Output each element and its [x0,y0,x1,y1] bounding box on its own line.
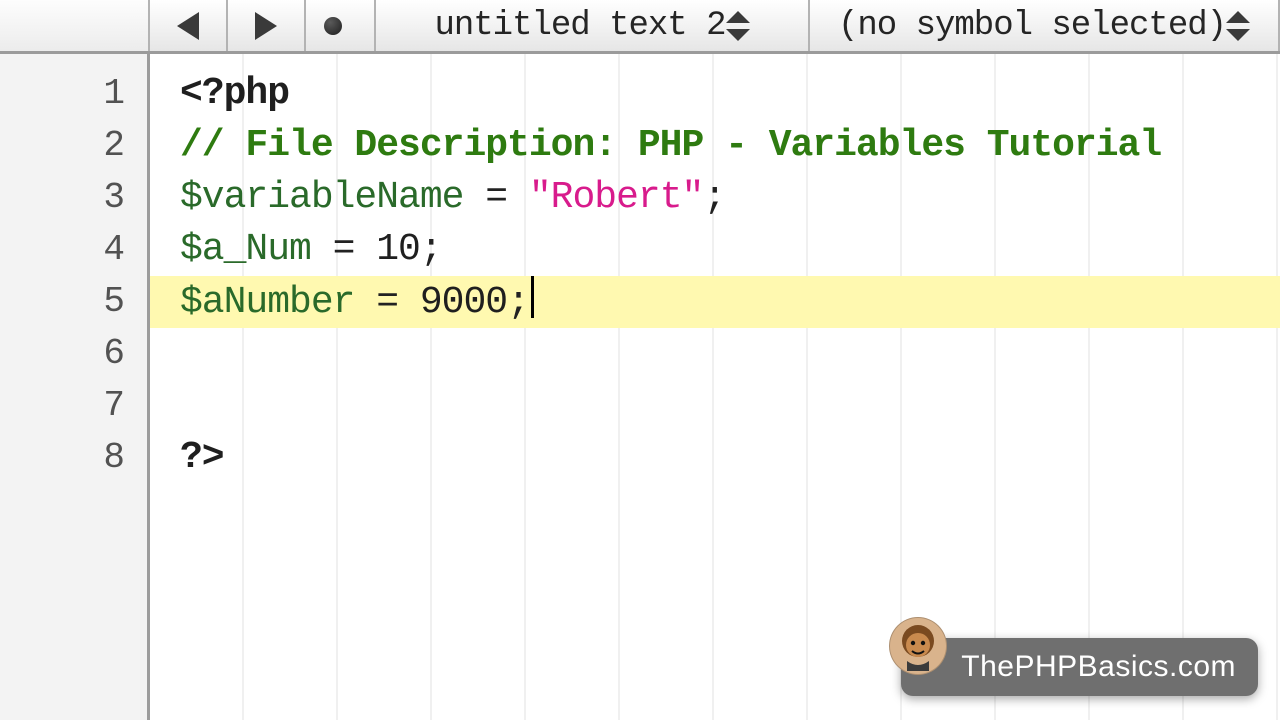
code-token: $aNumber [180,281,354,324]
line-number: 8 [0,432,147,484]
line-number: 7 [0,380,147,432]
file-dropdown[interactable]: untitled text 2 [376,0,810,51]
code-token: <?php [180,72,289,115]
line-number: 1 [0,68,147,120]
code-token: = [311,228,376,271]
unsaved-indicator [306,0,376,51]
dot-icon [324,17,342,35]
updown-icon [1226,11,1250,41]
code-token: // File Description: PHP - Variables Tut… [180,124,1161,167]
code-line[interactable]: $variableName = "Robert"; [150,172,1280,224]
line-number: 5 [0,276,147,328]
code-token: ; [420,228,442,271]
avatar [889,617,947,675]
code-token: = [354,281,419,324]
code-line[interactable]: // File Description: PHP - Variables Tut… [150,120,1280,172]
code-area[interactable]: <?php // File Description: PHP - Variable… [150,54,1280,720]
watermark-text: ThePHPBasics.com [961,650,1236,684]
nav-forward-button[interactable] [228,0,306,51]
nav-back-button[interactable] [150,0,228,51]
code-token: "Robert" [529,176,703,219]
code-token: ?> [180,436,224,479]
code-token: $variableName [180,176,463,219]
code-line[interactable] [150,328,1280,380]
code-line[interactable]: <?php [150,68,1280,120]
code-token: = [463,176,528,219]
code-token: ; [703,176,725,219]
updown-icon [726,11,750,41]
toolbar-gutter-spacer [0,0,150,51]
code-line[interactable]: ?> [150,432,1280,484]
text-cursor [531,276,534,318]
line-number: 3 [0,172,147,224]
symbol-dropdown[interactable]: (no symbol selected) [810,0,1280,51]
code-token: 9000 [420,281,507,324]
line-number: 2 [0,120,147,172]
line-number-gutter: 12345678 [0,54,150,720]
code-token: $a_Num [180,228,311,271]
code-line[interactable]: $a_Num = 10; [150,224,1280,276]
code-token: 10 [376,228,420,271]
editor-toolbar: untitled text 2 (no symbol selected) [0,0,1280,54]
code-line[interactable]: $aNumber = 9000; [150,276,1280,328]
chevron-right-icon [255,12,277,40]
line-number: 4 [0,224,147,276]
chevron-left-icon [177,12,199,40]
line-number: 6 [0,328,147,380]
code-line[interactable] [150,380,1280,432]
watermark-badge: ThePHPBasics.com [901,638,1258,696]
file-name-label: untitled text 2 [434,7,725,45]
code-token: ; [507,281,529,324]
code-editor[interactable]: 12345678 <?php // File Description: PHP -… [0,54,1280,720]
symbol-label: (no symbol selected) [838,7,1226,45]
